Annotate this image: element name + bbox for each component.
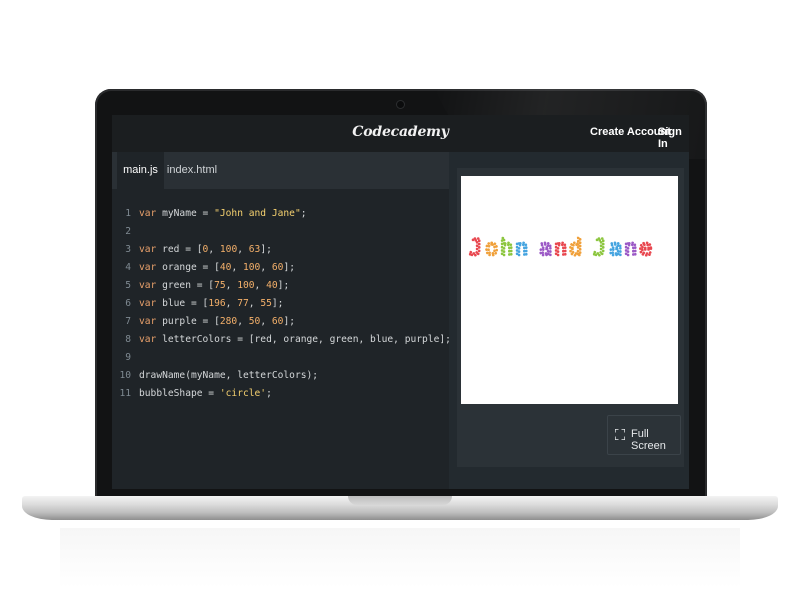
code-token: ];	[277, 280, 290, 291]
code-token: bubbleShape =	[139, 388, 220, 399]
code-token: ,	[254, 280, 267, 291]
code-token: purple = [	[156, 316, 220, 327]
code-token: 100	[243, 262, 261, 273]
full-screen-label: Full Screen	[631, 428, 666, 452]
code-line[interactable]: 1 var myName = "John and Jane";	[112, 205, 449, 222]
bubble-letter: n	[624, 236, 637, 261]
webcam	[397, 101, 404, 108]
code-token: ;	[300, 208, 307, 219]
code-token: 280	[219, 316, 238, 327]
code-token: ];	[260, 244, 272, 255]
code-token: blue = [	[156, 298, 209, 309]
code-token: ,	[237, 244, 249, 255]
laptop-notch	[348, 496, 452, 505]
code-token: var	[139, 316, 157, 327]
line-number: 3	[125, 244, 131, 255]
code-token: ,	[237, 316, 249, 327]
code-token: ];	[283, 316, 296, 327]
laptop-reflection	[60, 528, 740, 588]
code-line[interactable]: 6 var blue = [196, 77, 55];	[112, 295, 449, 312]
line-number: 8	[125, 334, 131, 345]
line-number: 5	[125, 280, 131, 291]
code-token: ,	[260, 316, 272, 327]
sign-in-link[interactable]: Sign In	[658, 126, 689, 150]
code-token: var	[139, 298, 157, 309]
bubble-letter: a	[609, 236, 622, 261]
code-token: 75	[214, 280, 226, 291]
line-number: 6	[125, 298, 131, 309]
code-token: red = [	[156, 244, 203, 255]
top-navbar: Codecademy Create Account Sign In	[112, 115, 689, 152]
code-line[interactable]: 8 var letterColors = [red, orange, green,…	[112, 331, 451, 348]
code-token: var	[139, 208, 157, 219]
tab-main-js[interactable]: main.js	[117, 152, 164, 189]
bubble-letter: e	[639, 236, 652, 261]
line-number: 11	[119, 388, 131, 399]
output-canvas[interactable]: JohnandJane	[461, 176, 678, 404]
line-number: 4	[125, 262, 131, 273]
code-line[interactable]: 7 var purple = [280, 50, 60];	[112, 313, 449, 330]
code-token: ,	[231, 262, 243, 273]
full-screen-button[interactable]: Full Screen	[607, 415, 681, 455]
code-token: ,	[260, 262, 272, 273]
code-line[interactable]: 2	[112, 223, 449, 240]
bubble-letter: J	[593, 236, 606, 261]
bubble-letter: a	[539, 236, 552, 261]
code-token: var	[139, 244, 157, 255]
code-token: var	[139, 280, 157, 291]
code-token: 196	[208, 298, 226, 309]
code-line[interactable]: 3 var red = [0, 100, 63];	[112, 241, 449, 258]
code-token: 50	[248, 316, 261, 327]
code-line[interactable]: 11 bubbleShape = 'circle';	[112, 385, 449, 402]
bubble-letter: J	[469, 236, 482, 261]
bubble-letter: h	[500, 236, 513, 261]
line-number: 9	[125, 352, 131, 363]
code-token: drawName(myName, letterColors);	[139, 370, 319, 381]
code-token: ;	[266, 388, 272, 399]
expand-icon	[615, 429, 625, 440]
bubble-letter: o	[485, 236, 498, 261]
code-token: var	[139, 334, 157, 345]
bubble-letter: n	[554, 236, 567, 261]
bubble-letter: d	[569, 236, 582, 261]
editor-tab-bar: main.js index.html	[112, 152, 449, 189]
code-token: var	[139, 262, 157, 273]
code-token: green = [	[156, 280, 215, 291]
code-token: letterColors = [red, orange, green, blue…	[156, 334, 451, 345]
line-number: 1	[125, 208, 131, 219]
bubble-letter: n	[515, 236, 528, 261]
code-token: orange = [	[156, 262, 220, 273]
app-screen: Codecademy Create Account Sign In main.j…	[112, 115, 689, 489]
code-token: 100	[237, 280, 255, 291]
code-token: 60	[271, 262, 284, 273]
code-token: 55	[260, 298, 272, 309]
code-token: 63	[248, 244, 261, 255]
code-line[interactable]: 4 var orange = [40, 100, 60];	[112, 259, 449, 276]
tab-index-html[interactable]: index.html	[164, 152, 220, 189]
code-token: ];	[271, 298, 284, 309]
code-token: 77	[237, 298, 249, 309]
code-token: 100	[219, 244, 238, 255]
code-token: 40	[266, 280, 278, 291]
bubble-name-drawing: JohnandJane	[468, 235, 654, 263]
code-token: ,	[208, 244, 220, 255]
code-token: 40	[219, 262, 232, 273]
code-token: "John and Jane"	[214, 208, 301, 219]
line-number: 2	[125, 226, 131, 237]
code-token: ];	[283, 262, 296, 273]
code-token: ,	[225, 298, 238, 309]
code-line[interactable]: 10 drawName(myName, letterColors);	[112, 367, 449, 384]
code-token: 'circle'	[219, 388, 267, 399]
code-token: myName =	[156, 208, 215, 219]
code-token: ,	[248, 298, 261, 309]
code-line[interactable]: 9	[112, 349, 449, 366]
code-token: 60	[271, 316, 284, 327]
code-line[interactable]: 5 var green = [75, 100, 40];	[112, 277, 449, 294]
line-number: 10	[119, 370, 131, 381]
line-number: 7	[125, 316, 131, 327]
code-token: ,	[225, 280, 238, 291]
code-editor[interactable]: 1 var myName = "John and Jane"; 2 3 var red …	[112, 189, 451, 489]
